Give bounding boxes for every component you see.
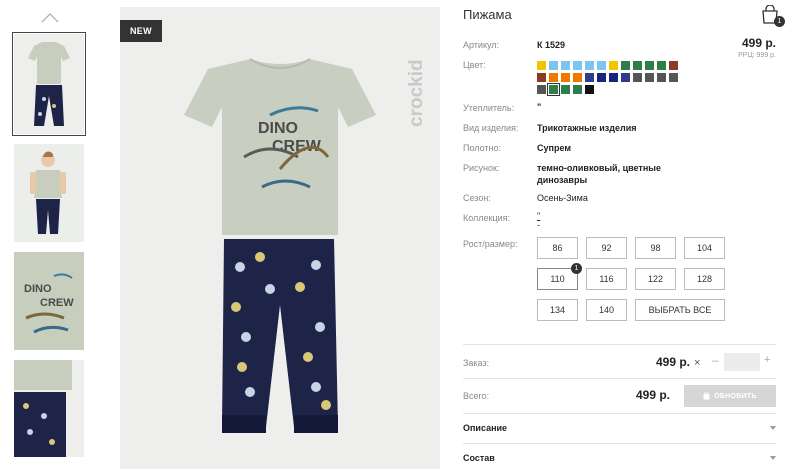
color-swatch[interactable]: [669, 61, 678, 70]
color-swatch[interactable]: [561, 73, 570, 82]
color-swatch[interactable]: [537, 61, 546, 70]
season-value: Осень-Зима: [537, 193, 588, 203]
size-110[interactable]: 110 1: [537, 263, 582, 290]
collection-value-line2: -: [537, 220, 540, 230]
color-swatch[interactable]: [585, 85, 594, 94]
svg-text:DINO: DINO: [24, 283, 52, 295]
color-swatch[interactable]: [609, 73, 618, 82]
color-swatch[interactable]: [573, 73, 582, 82]
color-swatch[interactable]: [657, 61, 666, 70]
insulation-label: Утеплитель:: [463, 103, 515, 113]
divider: [463, 344, 776, 345]
color-swatch[interactable]: [597, 73, 606, 82]
size-quantity-badge: 1: [571, 263, 582, 274]
color-swatch[interactable]: [549, 61, 558, 70]
color-swatch[interactable]: [669, 73, 678, 82]
total-label: Всего:: [463, 391, 490, 401]
pattern-value-line1: темно-оливковый, цветные: [537, 163, 661, 173]
select-all-sizes-button[interactable]: ВЫБРАТЬ ВСЕ: [635, 299, 725, 321]
quantity-increase-button[interactable]: +: [764, 354, 770, 366]
color-swatch[interactable]: [633, 73, 642, 82]
product-type-label: Вид изделия:: [463, 123, 519, 133]
color-swatches: [537, 61, 687, 96]
color-swatch[interactable]: [585, 61, 594, 70]
color-swatch[interactable]: [645, 73, 654, 82]
cart-button[interactable]: 1: [761, 4, 785, 27]
color-swatch[interactable]: [645, 61, 654, 70]
order-label: Заказ:: [463, 358, 490, 368]
brand-logo: crockid: [406, 59, 427, 127]
composition-title: Состав: [463, 453, 495, 463]
size-128[interactable]: 128: [684, 268, 725, 290]
color-swatch[interactable]: [609, 61, 618, 70]
size-86[interactable]: 86: [537, 237, 578, 259]
bag-icon: [703, 392, 710, 400]
cart-count-badge: 1: [774, 16, 785, 27]
divider: [463, 443, 776, 444]
svg-text:DINO: DINO: [258, 120, 298, 137]
size-140[interactable]: 140: [586, 299, 627, 321]
size-110-label: 110: [550, 274, 565, 284]
new-badge: NEW: [120, 20, 162, 42]
chevron-down-icon: [770, 456, 776, 460]
order-price: 499 р.: [655, 355, 690, 369]
color-swatch[interactable]: [585, 73, 594, 82]
size-92[interactable]: 92: [586, 237, 627, 259]
fabric-value: Супрем: [537, 143, 571, 153]
article-value: К 1529: [537, 40, 566, 50]
color-swatch[interactable]: [537, 73, 546, 82]
pattern-label: Рисунок:: [463, 163, 500, 173]
color-swatch[interactable]: [621, 73, 630, 82]
color-swatch[interactable]: [573, 61, 582, 70]
times-icon: ×: [694, 357, 701, 369]
divider: [463, 378, 776, 379]
color-swatch[interactable]: [549, 73, 558, 82]
main-product-image[interactable]: DINO CREW NEW crockid: [120, 7, 440, 469]
quantity-input[interactable]: [724, 353, 760, 371]
size-122[interactable]: 122: [635, 268, 676, 290]
chevron-up-icon[interactable]: [40, 12, 60, 24]
color-swatch[interactable]: [597, 61, 606, 70]
size-134[interactable]: 134: [537, 299, 578, 321]
svg-text:CREW: CREW: [40, 297, 74, 309]
fabric-label: Полотно:: [463, 143, 502, 153]
total-price: 499 р.: [635, 388, 670, 402]
update-button-label: ОБНОВИТЬ: [714, 392, 757, 400]
description-title: Описание: [463, 423, 508, 433]
season-label: Сезон:: [463, 193, 491, 203]
color-swatch[interactable]: [537, 85, 546, 94]
recommended-price: РРЦ: 999 р.: [738, 52, 776, 59]
pattern-value-line2: динозавры: [537, 175, 588, 185]
composition-accordion[interactable]: Состав: [463, 448, 776, 468]
size-98[interactable]: 98: [635, 237, 676, 259]
color-swatch[interactable]: [657, 73, 666, 82]
size-label: Рост/размер:: [463, 239, 518, 249]
product-type-value: Трикотажные изделия: [537, 123, 637, 133]
color-swatch[interactable]: [621, 61, 630, 70]
quantity-decrease-button[interactable]: –: [712, 353, 719, 367]
svg-text:crockid: crockid: [406, 59, 427, 127]
color-swatch[interactable]: [573, 85, 582, 94]
color-label: Цвет:: [463, 60, 486, 70]
color-swatch[interactable]: [561, 61, 570, 70]
insulation-value: ": [537, 102, 542, 112]
product-price: 499 р.: [741, 36, 776, 50]
article-label: Артикул:: [463, 40, 500, 50]
color-swatch[interactable]: [633, 61, 642, 70]
color-swatch[interactable]: [547, 83, 560, 96]
description-accordion[interactable]: Описание: [463, 418, 776, 438]
thumbnail-4[interactable]: [14, 360, 84, 457]
color-swatch[interactable]: [561, 85, 570, 94]
divider: [463, 413, 776, 414]
size-104[interactable]: 104: [684, 237, 725, 259]
update-button[interactable]: ОБНОВИТЬ: [684, 385, 776, 407]
size-116[interactable]: 116: [586, 268, 627, 290]
chevron-down-icon: [770, 426, 776, 430]
thumbnail-1[interactable]: [12, 32, 86, 136]
thumbnail-3[interactable]: DINO CREW: [14, 252, 84, 350]
thumbnail-2[interactable]: [14, 144, 84, 242]
product-title: Пижама: [463, 7, 512, 22]
collection-label: Коллекция:: [463, 213, 511, 223]
